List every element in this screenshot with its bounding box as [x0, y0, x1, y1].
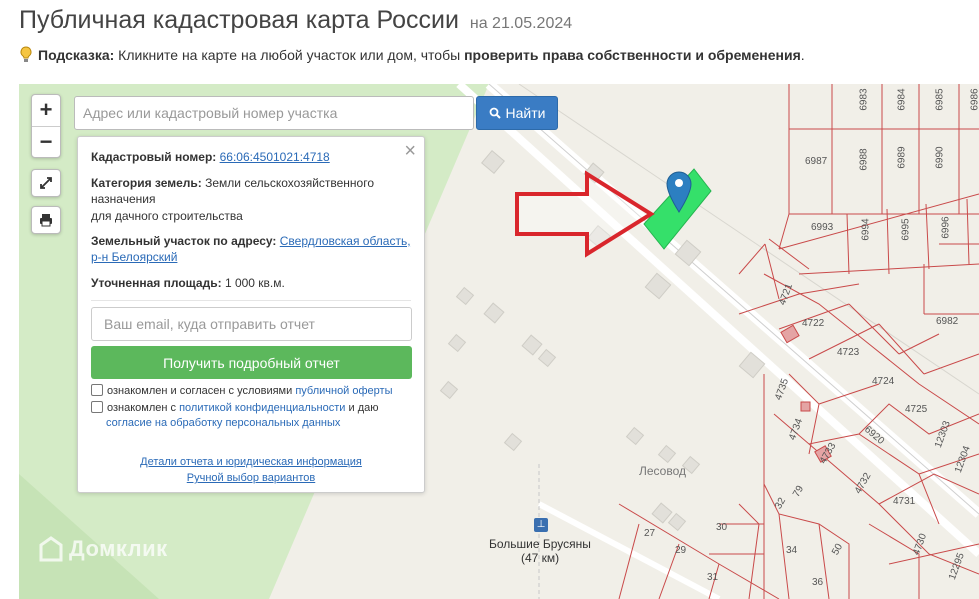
parcel-label: 6993: [811, 222, 834, 233]
station-icon: ⊥: [534, 518, 548, 532]
divider: [91, 300, 411, 301]
parcel-label: 4724: [872, 376, 895, 387]
parcel-label: 6989: [896, 146, 908, 169]
privacy-policy-link[interactable]: политикой конфиденциальности: [179, 402, 345, 414]
offer-consent: ознакомлен и согласен с условиями публич…: [91, 384, 411, 399]
public-offer-link[interactable]: публичной оферты: [295, 385, 392, 397]
offer-checkbox[interactable]: [91, 384, 103, 396]
watermark-text: Домклик: [69, 536, 168, 561]
cadastral-link[interactable]: 66:06:4501021:4718: [220, 150, 330, 164]
search-button-label: Найти: [505, 105, 546, 121]
parcel-label: 6988: [858, 148, 870, 171]
hint-end: .: [800, 47, 805, 63]
parcel-label: 6994: [860, 218, 872, 241]
station-km: (47 км): [521, 551, 560, 565]
parcel-label: 6985: [934, 88, 946, 111]
place-label: Лесовод: [639, 464, 687, 478]
parcel-label: 4722: [802, 318, 825, 329]
details-link[interactable]: Детали отчета и юридическая информация: [140, 456, 362, 468]
parcel-label: 4731: [893, 496, 916, 507]
cadastral-label: Кадастровый номер:: [91, 150, 217, 164]
cadastral-map[interactable]: 6983 6984 6985 6986 6987 6988 6989 6990 …: [19, 84, 979, 599]
category-row: Категория земель: Земли сельскохозяйстве…: [91, 175, 381, 207]
parcel-label: 6983: [858, 88, 870, 111]
domclick-watermark: Домклик: [39, 536, 168, 562]
personal-data-link[interactable]: согласие на обработку персональных данны…: [106, 417, 340, 429]
privacy-consent-mid: и даю: [345, 402, 379, 414]
parcel-info-popup: × Кадастровый номер: 66:06:4501021:4718 …: [77, 136, 425, 493]
zoom-in-button[interactable]: +: [32, 95, 60, 126]
offer-consent-text: ознакомлен и согласен с условиями: [107, 385, 296, 397]
parcel-label: 27: [644, 528, 656, 539]
parcel-label: 29: [675, 545, 687, 556]
parcel-label: 6996: [940, 216, 952, 239]
parcel-label: 6987: [805, 156, 828, 167]
parcel-label: 6990: [934, 146, 946, 169]
category-label: Категория земель:: [91, 176, 202, 190]
parcel-label: 6986: [969, 88, 979, 111]
parcel-label: 4725: [905, 404, 928, 415]
search-button[interactable]: Найти: [476, 96, 558, 130]
title-text: Публичная кадастровая карта России: [19, 6, 459, 34]
get-report-button[interactable]: Получить подробный отчет: [91, 346, 412, 379]
print-icon: [40, 214, 52, 227]
privacy-consent-text: ознакомлен с: [107, 402, 180, 414]
parcel-label: 30: [716, 522, 728, 533]
address-row: Земельный участок по адресу: Свердловска…: [91, 233, 416, 265]
area-label: Уточненная площадь:: [91, 276, 222, 290]
search-input[interactable]: [74, 96, 474, 130]
hint-bar: Подсказка: Кликните на карте на любой уч…: [19, 46, 805, 64]
hint-bold: проверить права собственности и обремене…: [464, 47, 801, 63]
email-field[interactable]: [91, 307, 412, 341]
parcel-label: 6982: [936, 316, 959, 327]
parcel-label: 34: [786, 545, 798, 556]
parcel-label: 6995: [900, 218, 912, 241]
parcel-label: 36: [812, 577, 824, 588]
manual-select-link[interactable]: Ручной выбор вариантов: [187, 472, 315, 484]
category-sub: для дачного строительства: [91, 209, 243, 223]
print-button[interactable]: [31, 206, 61, 234]
area-row: Уточненная площадь: 1 000 кв.м.: [91, 275, 416, 291]
cadastral-row: Кадастровый номер: 66:06:4501021:4718: [91, 149, 416, 165]
privacy-checkbox[interactable]: [91, 401, 103, 413]
hint-text: Кликните на карте на любой участок или д…: [114, 47, 465, 63]
lightbulb-icon: [20, 46, 32, 62]
address-label: Земельный участок по адресу:: [91, 234, 277, 248]
details-links: Детали отчета и юридическая информация Р…: [78, 454, 424, 486]
parcel-label: 4723: [837, 347, 860, 358]
domclick-logo-icon: [39, 536, 63, 562]
title-date: на 21.05.2024: [469, 15, 573, 32]
station-name: Большие Брусяны: [489, 537, 591, 551]
zoom-control: + −: [31, 94, 61, 158]
page-title: Публичная кадастровая карта России на 21…: [19, 6, 572, 35]
hint-label: Подсказка:: [38, 47, 115, 63]
expand-icon: [40, 177, 52, 189]
search-icon: [489, 107, 501, 119]
parcel-label: 6984: [896, 88, 908, 111]
zoom-out-button[interactable]: −: [32, 126, 60, 157]
parcel-label: 31: [707, 572, 719, 583]
fullscreen-button[interactable]: [31, 169, 61, 197]
area-value: 1 000 кв.м.: [224, 276, 285, 290]
privacy-consent: ознакомлен с политикой конфиденциальност…: [91, 401, 411, 431]
